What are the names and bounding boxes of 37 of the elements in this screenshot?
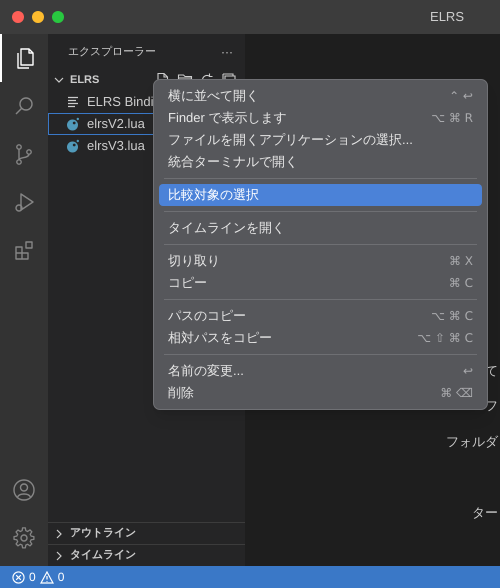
lines-icon bbox=[65, 94, 81, 110]
shortcut-text: ⌥ ⇧ ⌘ C bbox=[417, 330, 473, 347]
moon-icon bbox=[65, 138, 81, 154]
zoom-window-button[interactable] bbox=[52, 11, 64, 23]
menu-item[interactable]: タイムラインを開く bbox=[159, 217, 482, 239]
section-header[interactable]: アウトライン bbox=[48, 522, 245, 544]
menu-item[interactable]: 削除 ⌘ ⌫ bbox=[159, 382, 482, 404]
shortcut-text: ⌘ X bbox=[448, 253, 473, 270]
menu-item[interactable]: 横に並べて開く ⌃ ↩ bbox=[159, 85, 482, 107]
warning-count[interactable]: 0 bbox=[58, 568, 64, 586]
menu-item[interactable]: 統合ターミナルで開く bbox=[159, 151, 482, 173]
menu-item[interactable]: 切り取り ⌘ X bbox=[159, 250, 482, 272]
close-window-button[interactable] bbox=[12, 11, 24, 23]
shortcut-text: ⌥ ⌘ R bbox=[431, 110, 473, 127]
shortcut-text: ↩ bbox=[462, 363, 473, 380]
menu-item[interactable]: パスのコピー ⌥ ⌘ C bbox=[159, 305, 482, 327]
more-actions-button[interactable]: ··· bbox=[221, 43, 233, 61]
editor-text: フォルダ bbox=[446, 433, 498, 451]
error-icon bbox=[12, 570, 25, 584]
moon-icon bbox=[65, 116, 81, 132]
editor-text: ター bbox=[472, 504, 498, 522]
menu-item[interactable]: 相対パスをコピー ⌥ ⇧ ⌘ C bbox=[159, 327, 482, 349]
window-title: ELRS bbox=[430, 8, 465, 26]
shortcut-text: ⌘ C bbox=[448, 275, 473, 292]
account-icon[interactable] bbox=[12, 478, 36, 502]
menu-item[interactable]: 名前の変更... ↩ bbox=[159, 360, 482, 382]
shortcut-text: ⌃ ↩ bbox=[449, 88, 473, 105]
sidebar-title: エクスプローラー bbox=[68, 44, 156, 60]
shortcut-text: ⌥ ⌘ C bbox=[431, 308, 473, 325]
menu-item[interactable]: コピー ⌘ C bbox=[159, 272, 482, 294]
folder-name[interactable]: ELRS bbox=[70, 72, 155, 88]
shortcut-text: ⌘ ⌫ bbox=[440, 385, 473, 402]
gear-icon[interactable] bbox=[12, 526, 36, 550]
minimize-window-button[interactable] bbox=[32, 11, 44, 23]
error-count[interactable]: 0 bbox=[29, 568, 36, 586]
menu-item[interactable]: 比較対象の選択 bbox=[159, 184, 482, 206]
warning-icon bbox=[40, 570, 54, 584]
